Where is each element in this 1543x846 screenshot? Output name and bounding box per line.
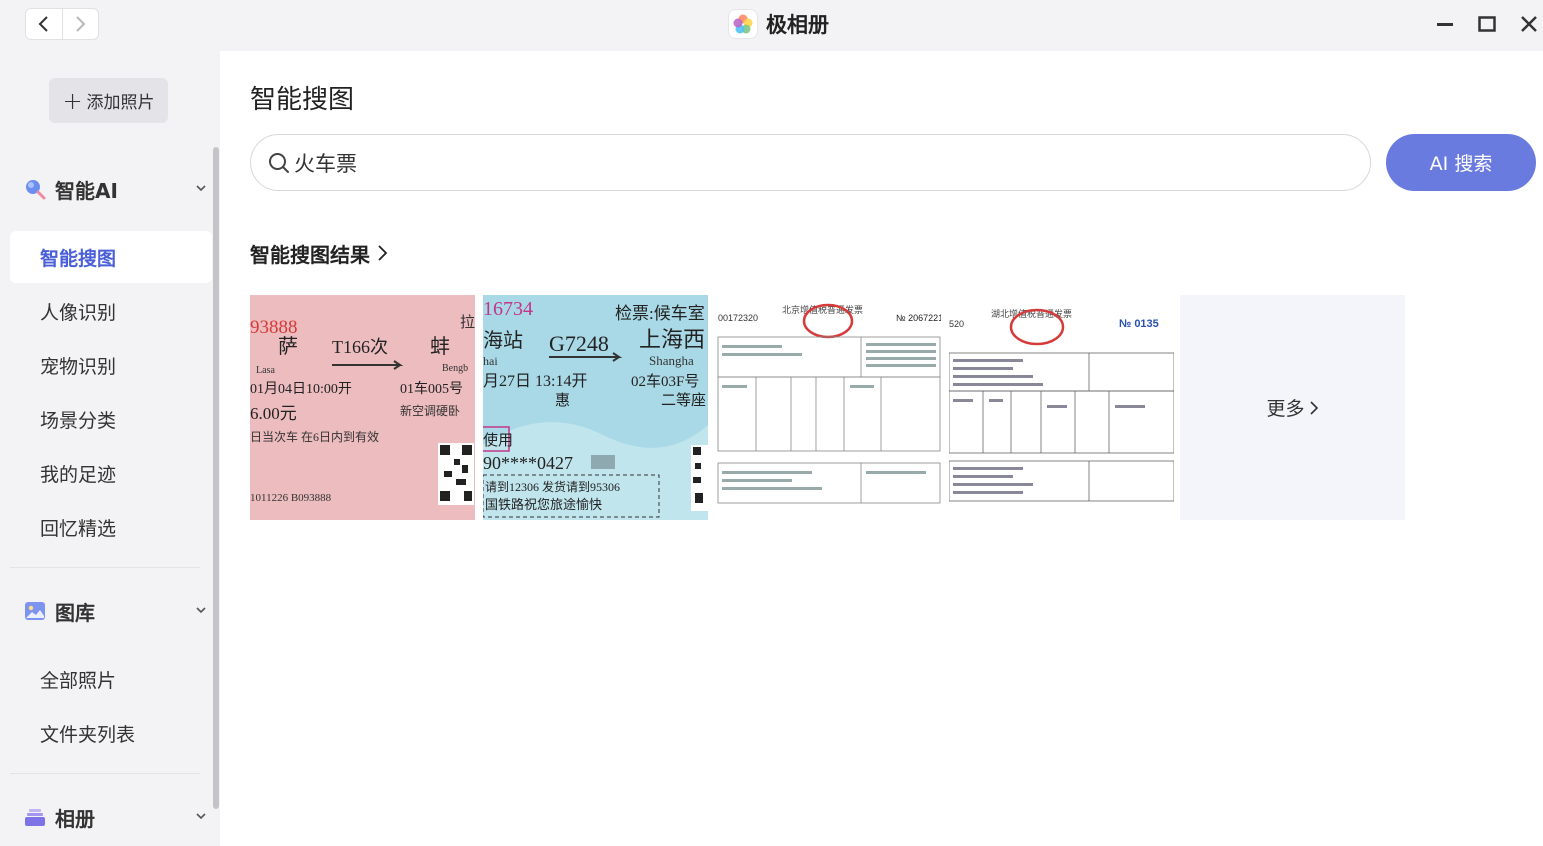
section-albums[interactable]: 相册 — [24, 801, 214, 833]
back-button[interactable] — [26, 9, 62, 39]
gallery-icon — [25, 602, 45, 620]
search-box[interactable] — [250, 134, 1371, 191]
sidebar-scrollbar[interactable] — [213, 147, 219, 809]
sidebar-item-all-photos[interactable]: 全部照片 — [10, 653, 212, 705]
ticket-destination-pinyin: Shangha — [649, 353, 694, 368]
sidebar-item-my-footprints[interactable]: 我的足迹 — [10, 447, 212, 499]
ticket-seat: 01车005号 — [400, 380, 463, 397]
ticket-destination-pinyin: Bengb — [442, 363, 468, 374]
section-gallery[interactable]: 图库 — [24, 595, 214, 627]
ticket-class: 新空调硬卧 — [400, 403, 460, 418]
ticket-number: 93888 — [250, 317, 298, 338]
ticket-destination: 蚌 — [430, 335, 450, 358]
divider — [10, 567, 200, 568]
ticket-origin: 海站 — [483, 329, 523, 352]
invoice-code: 00172320 — [718, 313, 758, 323]
chevron-down-icon — [196, 607, 206, 614]
result-thumbnail-train-ticket-blue[interactable]: 16734 检票:候车室 海站 G7248 上海西 hai Shangha 月2… — [483, 295, 708, 520]
chevron-down-icon — [196, 185, 206, 192]
add-photos-label: 添加照片 — [86, 93, 155, 113]
sidebar-item-scene-classification[interactable]: 场景分类 — [10, 393, 212, 445]
ticket-origin-pinyin: Lasa — [256, 365, 275, 376]
ticket-gate: 检票:候车室 — [615, 304, 705, 323]
chevron-down-icon — [196, 813, 206, 820]
ticket-train-number: G7248 — [549, 331, 609, 356]
minimize-icon — [1437, 23, 1453, 26]
sidebar-item-memories[interactable]: 回忆精选 — [10, 501, 212, 553]
ticket-origin: 萨 — [278, 335, 298, 358]
ticket-class: 二等座 — [661, 391, 706, 409]
invoice-number: № 2067221 — [896, 313, 941, 323]
sidebar-item-folder-list[interactable]: 文件夹列表 — [10, 707, 212, 759]
ticket-refund-note: 请到12306 发货请到95306 — [485, 479, 620, 494]
sidebar-item-smart-search[interactable]: 智能搜图 — [10, 231, 212, 283]
section-label: 图库 — [55, 600, 95, 625]
app-logo-icon — [728, 9, 758, 39]
title-bar: 极相册 — [0, 0, 1543, 51]
qr-code-icon — [691, 445, 708, 511]
ticket-slogan: 国铁路祝您旅途愉快 — [485, 497, 602, 512]
divider — [10, 773, 200, 774]
maximize-button[interactable] — [1475, 12, 1499, 36]
chevron-right-icon — [378, 245, 388, 261]
maximize-icon — [1478, 16, 1496, 32]
close-icon — [1521, 16, 1537, 32]
ticket-datetime: 01月04日10:00开 — [250, 381, 352, 397]
forward-button[interactable] — [61, 9, 99, 39]
add-photos-button[interactable]: + 添加照片 — [49, 78, 168, 123]
ticket-price: 6.00元 — [250, 404, 297, 423]
ticket-datetime: 月27日 13:14开 — [483, 373, 587, 390]
ticket-number: 16734 — [483, 298, 533, 320]
plus-icon: + — [62, 86, 83, 115]
album-stack-icon — [25, 809, 45, 826]
results-heading-label: 智能搜图结果 — [250, 242, 370, 267]
section-smart-ai[interactable]: 智能AI — [24, 173, 214, 205]
ticket-seat: 02车03F号 — [631, 373, 699, 390]
chevron-right-icon — [1309, 400, 1318, 415]
search-icon — [269, 152, 289, 173]
result-thumbnail-invoice-hubei[interactable]: 520 湖北增值税普通发票 № 0135 — [949, 295, 1174, 520]
ai-search-button[interactable]: AI 搜索 — [1386, 134, 1536, 191]
ticket-train-number: T166次 — [332, 337, 388, 357]
more-label: 更多 — [1266, 398, 1305, 420]
sidebar-item-pet-recognition[interactable]: 宠物识别 — [10, 339, 212, 391]
ticket-origin-pinyin: hai — [483, 354, 498, 368]
ticket-use-label: 使用 — [483, 432, 513, 449]
search-magnifier-icon — [26, 180, 46, 200]
chevron-right-icon — [76, 16, 86, 32]
section-label: 智能AI — [55, 178, 118, 203]
sidebar-item-face-recognition[interactable]: 人像识别 — [10, 285, 212, 337]
ticket-validity-note: 日当次车 在6日内到有效 — [250, 429, 379, 444]
invoice-code: 520 — [949, 319, 964, 329]
nav-button-group — [25, 8, 99, 40]
invoice-number: № 0135 — [1119, 318, 1159, 330]
results-heading[interactable]: 智能搜图结果 — [250, 238, 388, 268]
ticket-passenger-id: 90****0427 — [483, 453, 573, 473]
sidebar: + 添加照片 智能AI 智能搜图 人像识别 宠物识别 场景分类 我的足迹 回忆精… — [0, 51, 220, 846]
page-title: 智能搜图 — [250, 85, 355, 115]
result-thumbnail-invoice-beijing[interactable]: 00172320 北京增值税普通发票 № 2067221 — [716, 295, 941, 520]
ticket-discount: 惠 — [555, 392, 570, 409]
main-content: 智能搜图 AI 搜索 智能搜图结果 93888 拉 萨 T166次 蚌 Lasa… — [220, 51, 1543, 846]
qr-code-icon — [438, 443, 474, 505]
minimize-button[interactable] — [1433, 12, 1457, 36]
search-input[interactable] — [294, 150, 1294, 175]
ticket-blurred-name — [591, 455, 615, 469]
ticket-serial: 1011226 B093888 — [250, 492, 332, 504]
more-results-button[interactable]: 更多 — [1180, 295, 1405, 520]
result-thumbnail-train-ticket-red[interactable]: 93888 拉 萨 T166次 蚌 Lasa Bengb 01月04日10:00… — [250, 295, 475, 520]
section-label: 相册 — [55, 806, 95, 831]
ticket-destination: 上海西 — [639, 327, 705, 352]
close-button[interactable] — [1517, 12, 1541, 36]
ticket-corner-text: 拉 — [460, 314, 475, 331]
app-name: 极相册 — [766, 13, 829, 37]
app-title: 极相册 — [728, 9, 829, 39]
chevron-left-icon — [38, 16, 48, 32]
